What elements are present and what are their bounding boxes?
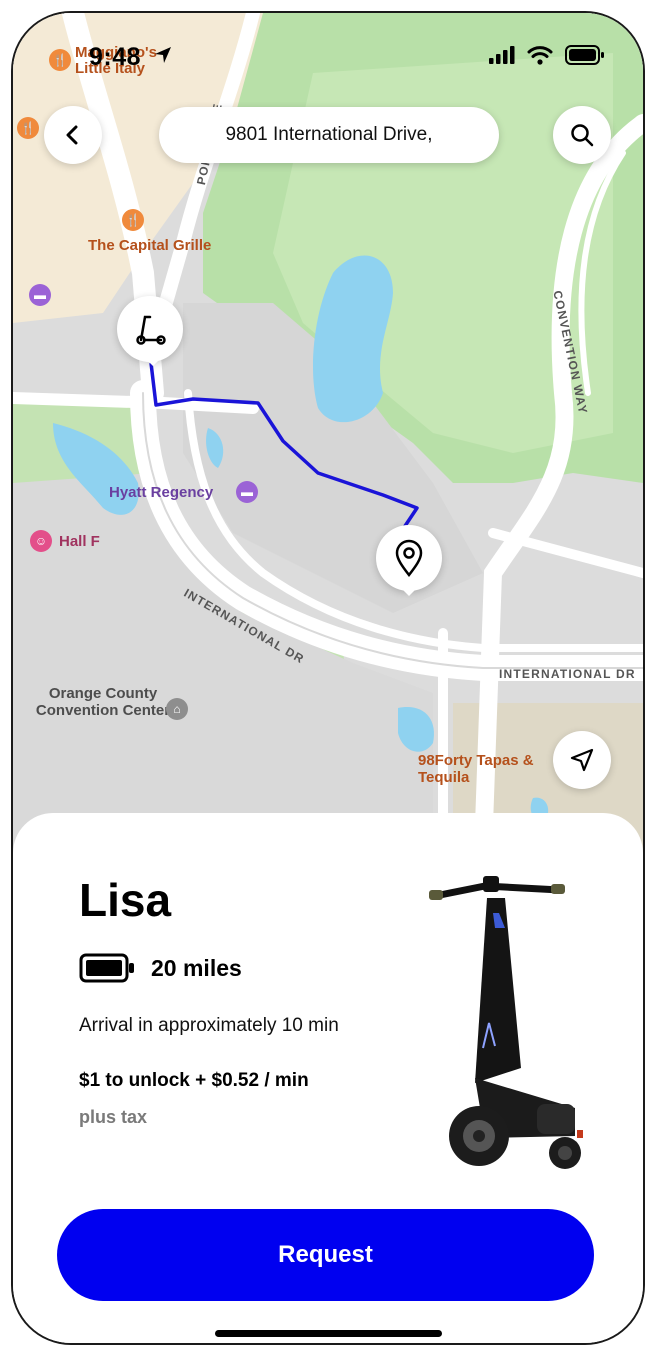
convention-center-icon[interactable]: ⌂ <box>166 698 188 720</box>
scooter-pin-tail <box>143 356 163 366</box>
restaurant-icon[interactable]: 🍴 <box>122 209 144 231</box>
poi-label-hyatt: Hyatt Regency <box>109 484 214 501</box>
battery-range-row: 20 miles <box>79 953 242 983</box>
restaurant-icon[interactable]: 🍴 <box>17 117 39 139</box>
price-text: $1 to unlock + $0.52 / min <box>79 1070 309 1091</box>
poi-label-hall-f: Hall F <box>59 533 100 550</box>
phone-screen: INTERNATIONAL DR INTERNATIONAL DR CONVEN… <box>13 13 643 1343</box>
road-label-international-dr: INTERNATIONAL DR <box>499 667 636 681</box>
theater-icon[interactable]: ☺ <box>30 530 52 552</box>
tax-note: plus tax <box>79 1107 148 1127</box>
arrival-text: Arrival in approximately 10 min <box>79 1015 339 1036</box>
destination-pin-tail <box>399 586 419 596</box>
scooter-pin[interactable] <box>117 296 183 362</box>
search-icon <box>571 124 594 147</box>
battery-icon <box>79 953 134 983</box>
navigation-arrow-icon <box>570 748 594 772</box>
poi-label-convention-center: Orange County Convention Center <box>35 685 171 719</box>
back-button[interactable] <box>44 106 102 164</box>
address-field[interactable]: 9801 International Drive, <box>159 107 499 163</box>
cellular-signal-icon <box>489 46 515 64</box>
hotel-icon[interactable]: ▬ <box>29 284 51 306</box>
range-text: 20 miles <box>151 954 242 981</box>
battery-status-icon <box>565 45 604 65</box>
status-icons <box>489 45 605 65</box>
chevron-left-icon <box>66 125 78 145</box>
destination-pin[interactable] <box>376 525 442 591</box>
scooter-name: Lisa <box>79 874 172 926</box>
locate-me-button[interactable] <box>553 731 611 789</box>
poi-label-tapas: 98Forty Tapas & Tequila <box>418 752 534 786</box>
hotel-icon[interactable]: ▬ <box>236 481 258 503</box>
poi-label-capital-grille: The Capital Grille <box>88 237 212 254</box>
location-arrow-icon <box>155 47 171 63</box>
status-time: 9:48 <box>89 43 142 71</box>
location-pin-icon <box>395 539 423 578</box>
search-button[interactable] <box>553 106 611 164</box>
restaurant-icon[interactable]: 🍴 <box>49 49 71 71</box>
scooter-image <box>429 876 583 1169</box>
wifi-icon <box>527 46 553 65</box>
home-indicator[interactable] <box>215 1330 442 1337</box>
scooter-icon <box>136 315 166 345</box>
request-button[interactable]: Request <box>57 1209 594 1301</box>
